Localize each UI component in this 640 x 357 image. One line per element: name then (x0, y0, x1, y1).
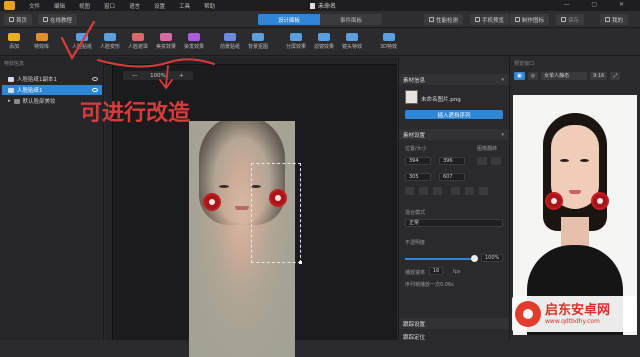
flip-vertical-button[interactable] (491, 157, 501, 165)
annotation-text: 可进行改造 (80, 101, 191, 126)
insert-sequence-button[interactable]: 插入遮挡序列 (405, 110, 503, 119)
sequence-duration-text: 序列帧播放一次0.06s (405, 282, 454, 288)
watermark-brand: 启东安卓网 (545, 302, 611, 318)
collapse-icon[interactable]: ▾ (501, 132, 504, 138)
watermark: 启东安卓网 www.qdtbdhy.com (512, 296, 637, 332)
preview-eye (560, 159, 569, 162)
opacity-field[interactable]: 100% (481, 254, 503, 262)
align-center-button[interactable] (419, 187, 428, 195)
preview-title: 预览窗口 (514, 61, 535, 67)
arrow-annotation (159, 65, 173, 90)
preview-sticker-left (547, 194, 561, 208)
preview-lips (569, 190, 581, 194)
fullscreen-button[interactable]: ⤢ (610, 71, 621, 80)
model-select[interactable]: 女单人静态 (541, 71, 588, 80)
section-tracking-settings[interactable]: 跟踪设置 (399, 318, 509, 329)
pos-x-field[interactable]: 394 (405, 157, 431, 165)
opacity-label: 不透明度 (405, 240, 426, 246)
preview-sticker-right (593, 194, 607, 208)
preview-toolbar: ▣ ◎ 女单人静态 9:16 ⤢ (510, 70, 640, 81)
section-material-settings[interactable]: 素材设置 ▾ (399, 129, 509, 140)
opacity-slider[interactable] (405, 258, 475, 260)
flip-horizontal-button[interactable] (477, 157, 487, 165)
fps-field[interactable]: 16 (429, 267, 443, 275)
width-field[interactable]: 305 (405, 173, 431, 181)
align-top-button[interactable] (451, 187, 460, 195)
align-left-button[interactable] (405, 187, 414, 195)
align-middle-button[interactable] (465, 187, 474, 195)
aspect-ratio-select[interactable]: 9:16 (590, 71, 608, 80)
fps-label: 播放速率 (405, 270, 426, 276)
properties-panel: 素材信息 ▾ 未命名图片.png 插入遮挡序列 素材设置 ▾ 位置/大小 图像翻转 … (398, 57, 509, 342)
align-bottom-button[interactable] (479, 187, 488, 195)
pos-y-field[interactable]: 396 (439, 157, 465, 165)
preview-eye (580, 159, 589, 162)
camera-mode-button[interactable]: ◎ (527, 71, 539, 80)
collapse-icon[interactable]: ▾ (501, 77, 504, 83)
watermark-logo-icon (515, 301, 541, 327)
image-mode-button[interactable]: ▣ (514, 71, 525, 80)
material-thumbnail[interactable] (405, 90, 418, 104)
section-tracking-position[interactable]: 跟踪定位 (399, 331, 509, 342)
material-name: 未命名图片.png (421, 97, 461, 103)
blend-mode-label: 混合模式 (405, 210, 426, 216)
underline-annotation (97, 58, 215, 68)
align-right-button[interactable] (433, 187, 442, 195)
opacity-slider-knob[interactable] (471, 255, 478, 262)
blend-mode-select[interactable]: 正常 (405, 219, 503, 227)
watermark-url: www.qdtbdhy.com (545, 317, 600, 325)
mirror-label: 图像翻转 (477, 146, 498, 152)
pos-size-label: 位置/大小 (405, 146, 427, 152)
fps-unit: fps (453, 269, 461, 275)
height-field[interactable]: 607 (439, 173, 465, 181)
checkmark-annotation (60, 20, 96, 61)
section-material-info[interactable]: 素材信息 ▾ (399, 74, 509, 85)
